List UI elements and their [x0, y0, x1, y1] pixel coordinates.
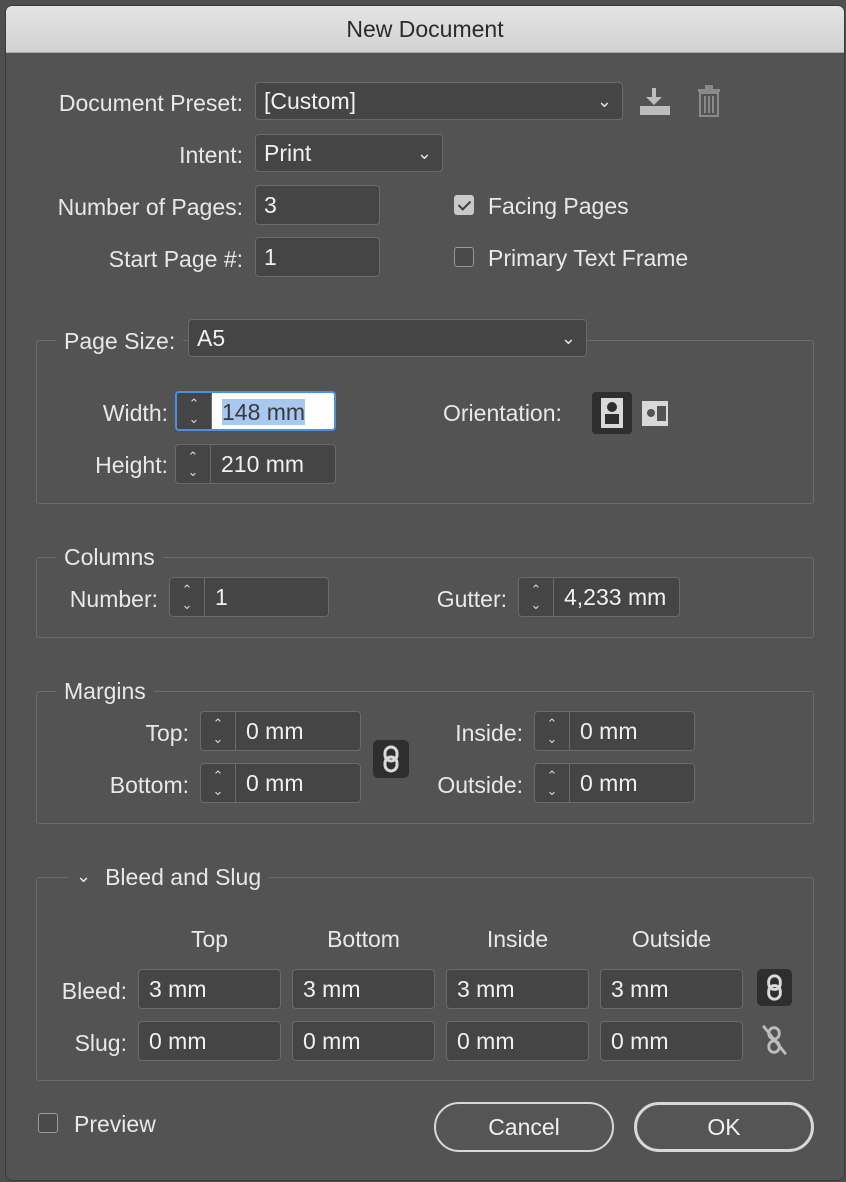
link-bleed-icon[interactable]: [757, 969, 792, 1006]
slug-top-input[interactable]: 0 mm: [138, 1021, 281, 1061]
preview-checkbox[interactable]: [38, 1113, 58, 1133]
chevron-down-icon: ⌄: [416, 143, 432, 163]
portrait-orientation-icon[interactable]: [592, 392, 632, 434]
bleed-outside-input[interactable]: 3 mm: [600, 969, 743, 1009]
preview-label: Preview: [74, 1111, 156, 1137]
margin-bottom-stepper[interactable]: ⌃ ⌄ 0 mm: [200, 763, 361, 803]
margin-outside-value: 0 mm: [580, 770, 638, 796]
unlink-slug-icon[interactable]: [757, 1022, 792, 1058]
orientation-label: Orientation:: [443, 400, 562, 426]
start-page-label: Start Page #:: [108, 246, 243, 272]
height-label: Height:: [95, 452, 168, 478]
stepper-arrows-icon[interactable]: ⌃ ⌄: [201, 712, 236, 750]
intent-value: Print: [264, 140, 312, 166]
chevron-down-icon: ⌄: [76, 866, 92, 886]
margin-inside-label: Inside:: [455, 720, 523, 746]
facing-pages-label: Facing Pages: [488, 193, 629, 219]
chevron-down-icon: ⌄: [596, 91, 612, 111]
margin-bottom-value: 0 mm: [246, 770, 304, 796]
page-size-value: A5: [197, 325, 226, 351]
margin-bottom-label: Bottom:: [109, 772, 189, 798]
height-value: 210 mm: [221, 451, 305, 477]
number-of-pages-label: Number of Pages:: [57, 194, 243, 220]
margins-title: Margins: [56, 677, 154, 705]
slug-inside-input[interactable]: 0 mm: [446, 1021, 589, 1061]
columns-title: Columns: [56, 543, 163, 571]
margin-top-label: Top:: [145, 720, 189, 746]
page-size-select[interactable]: A5 ⌄: [188, 319, 587, 357]
document-preset-select[interactable]: [Custom] ⌄: [255, 82, 623, 120]
slug-bottom-input[interactable]: 0 mm: [292, 1021, 435, 1061]
cancel-button[interactable]: Cancel: [434, 1102, 614, 1152]
width-value: 148 mm: [222, 399, 306, 425]
margin-inside-value: 0 mm: [580, 718, 638, 744]
margin-top-stepper[interactable]: ⌃ ⌄ 0 mm: [200, 711, 361, 751]
columns-number-stepper[interactable]: ⌃ ⌄ 1: [169, 577, 329, 617]
download-icon[interactable]: [637, 86, 673, 123]
bleed-header-top: Top: [190, 926, 229, 952]
start-page-input[interactable]: 1: [255, 237, 380, 277]
document-preset-value: [Custom]: [264, 88, 357, 114]
bleed-header-outside: Outside: [631, 926, 712, 952]
gutter-value: 4,233 mm: [564, 584, 667, 610]
facing-pages-checkbox[interactable]: [454, 195, 474, 215]
bleed-slug-title[interactable]: ⌄ Bleed and Slug: [68, 863, 270, 893]
stepper-arrows-icon[interactable]: ⌃ ⌄: [201, 764, 236, 802]
gutter-stepper[interactable]: ⌃ ⌄ 4,233 mm: [518, 577, 680, 617]
bleed-inside-input[interactable]: 3 mm: [446, 969, 589, 1009]
stepper-arrows-icon[interactable]: ⌃ ⌄: [170, 578, 205, 616]
chevron-down-icon: ⌄: [560, 328, 576, 348]
bleed-label: Bleed:: [61, 978, 127, 1004]
page-size-label: Page Size:: [56, 327, 184, 355]
width-stepper[interactable]: ⌃ ⌄ 148 mm: [175, 391, 336, 431]
margin-outside-stepper[interactable]: ⌃ ⌄ 0 mm: [534, 763, 695, 803]
stepper-arrows-icon[interactable]: ⌃ ⌄: [177, 393, 212, 429]
landscape-orientation-icon[interactable]: [640, 398, 670, 430]
bleed-bottom-input[interactable]: 3 mm: [292, 969, 435, 1009]
columns-number-value: 1: [215, 584, 228, 610]
stepper-arrows-icon[interactable]: ⌃ ⌄: [535, 764, 570, 802]
slug-outside-input[interactable]: 0 mm: [600, 1021, 743, 1061]
number-of-pages-input[interactable]: 3: [255, 185, 380, 225]
slug-label: Slug:: [74, 1030, 127, 1056]
margin-outside-label: Outside:: [437, 772, 523, 798]
height-stepper[interactable]: ⌃ ⌄ 210 mm: [175, 444, 336, 484]
width-label: Width:: [102, 400, 168, 426]
new-document-dialog: New Document Document Preset: [Custom] ⌄…: [6, 6, 844, 1180]
stepper-arrows-icon[interactable]: ⌃ ⌄: [176, 445, 211, 483]
bleed-slug-label: Bleed and Slug: [105, 864, 262, 890]
intent-label: Intent:: [179, 142, 243, 168]
bleed-header-inside: Inside: [486, 926, 549, 952]
columns-number-label: Number:: [69, 586, 158, 612]
margin-top-value: 0 mm: [246, 718, 304, 744]
margin-inside-stepper[interactable]: ⌃ ⌄ 0 mm: [534, 711, 695, 751]
dialog-title: New Document: [6, 6, 844, 53]
stepper-arrows-icon[interactable]: ⌃ ⌄: [519, 578, 554, 616]
stepper-arrows-icon[interactable]: ⌃ ⌄: [535, 712, 570, 750]
primary-text-frame-checkbox[interactable]: [454, 247, 474, 267]
document-preset-label: Document Preset:: [58, 90, 243, 116]
trash-icon[interactable]: [696, 84, 722, 123]
intent-select[interactable]: Print ⌄: [255, 134, 443, 172]
bleed-top-input[interactable]: 3 mm: [138, 969, 281, 1009]
primary-text-frame-label: Primary Text Frame: [488, 245, 689, 271]
ok-button[interactable]: OK: [634, 1102, 814, 1152]
margins-group: [36, 691, 814, 824]
gutter-label: Gutter:: [436, 586, 507, 612]
bleed-header-bottom: Bottom: [327, 926, 400, 952]
